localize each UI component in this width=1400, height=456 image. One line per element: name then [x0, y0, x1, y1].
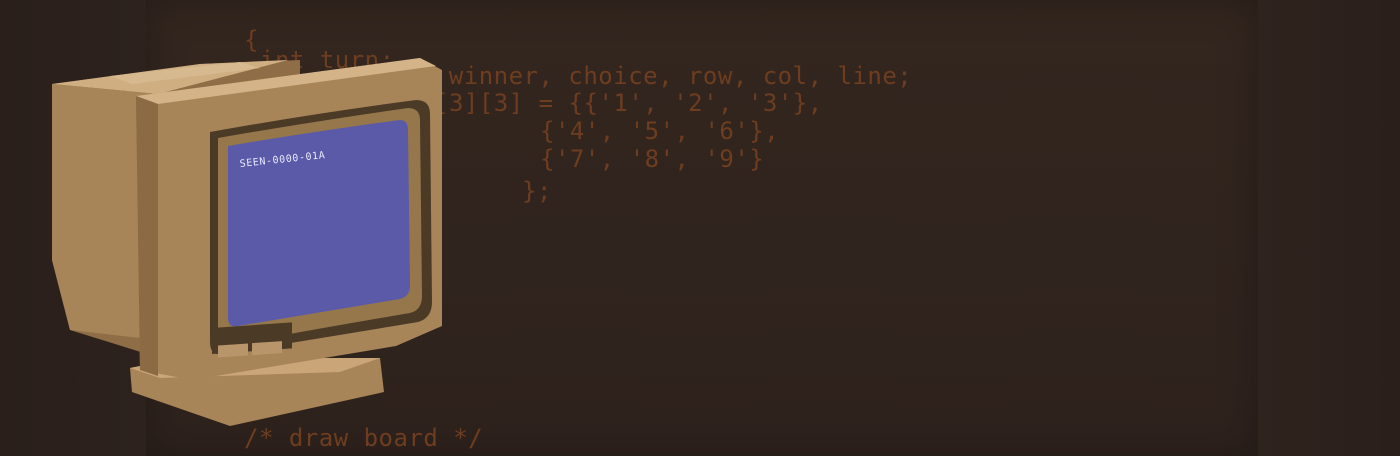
code-line-board-row-1: [3][3] = {{'1', '2', '3'}, [434, 89, 823, 117]
scene: { int turn; int winner, choice, row, col… [0, 0, 1400, 456]
right-panel [1258, 0, 1400, 456]
retro-computer-monitor-illustration: SEEN-0000-01A [52, 58, 442, 426]
code-line-declarations: int winner, choice, row, col, line; [389, 62, 913, 90]
code-line-board-row-3: {'7', '8', '9'} [540, 145, 765, 173]
code-line-close-brace: }; [522, 177, 552, 205]
code-line-board-row-2: {'4', '5', '6'}, [540, 117, 780, 145]
monitor-drive-slot-left [218, 343, 248, 358]
monitor-drive-slot-right [252, 341, 282, 356]
